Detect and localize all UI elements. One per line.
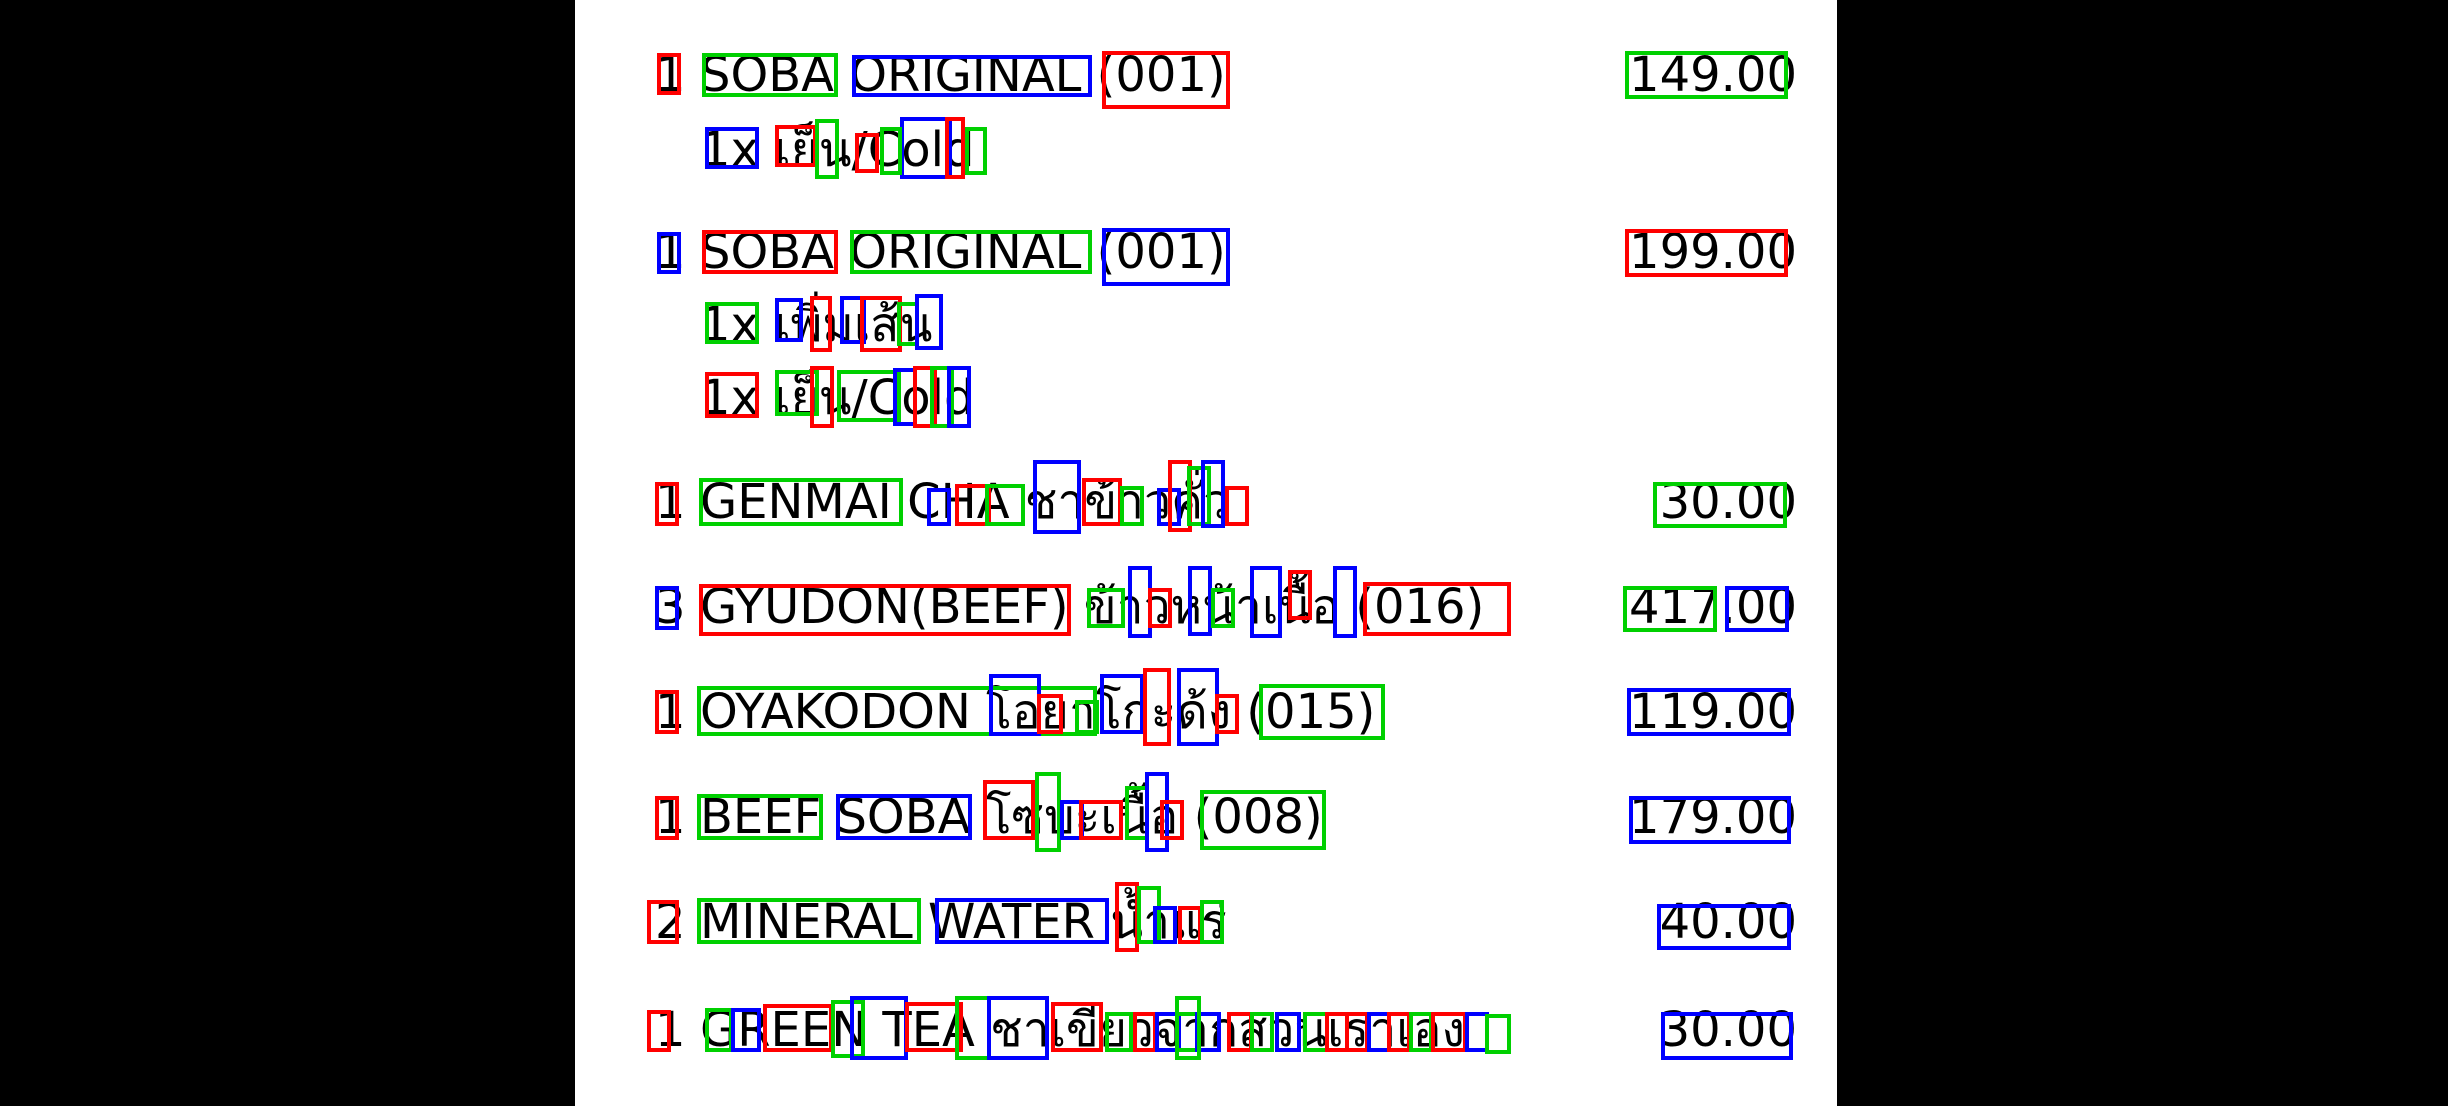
- ocr-box: [1102, 51, 1230, 109]
- ocr-box: [1345, 1012, 1369, 1052]
- ocr-box: [1037, 694, 1063, 734]
- ocr-box: [852, 55, 1092, 97]
- ocr-box: [702, 230, 838, 274]
- ocr-box: [1431, 1012, 1467, 1052]
- ocr-box: [1200, 900, 1224, 944]
- ocr-box: [1153, 906, 1177, 944]
- ocr-box: [1275, 1012, 1301, 1052]
- ocr-box: [697, 794, 823, 840]
- ocr-box: [1661, 1012, 1793, 1060]
- ocr-box: [657, 53, 681, 95]
- ocr-box: [915, 294, 943, 350]
- ocr-box: [987, 996, 1049, 1060]
- receipt-paper: 1 SOBA ORIGINAL (001) 149.00 1x เย็น/Col…: [575, 0, 1837, 1106]
- ocr-box: [947, 366, 971, 428]
- ocr-box: [702, 53, 838, 97]
- ocr-box: [705, 302, 759, 344]
- item-modifier: 1x เพิ่มเส้น: [575, 295, 1837, 365]
- ocr-box: [1051, 1002, 1103, 1052]
- ocr-box: [1201, 460, 1225, 528]
- ocr-box: [1188, 566, 1212, 636]
- ocr-box: [955, 996, 991, 1060]
- ocr-box: [731, 1008, 761, 1052]
- ocr-box: [1035, 772, 1061, 852]
- item-modifier: 1x เย็น/Cold: [575, 120, 1837, 190]
- ocr-box: [880, 127, 902, 175]
- ocr-box: [1200, 790, 1326, 850]
- ocr-box: [1033, 460, 1081, 534]
- ocr-box: [699, 478, 903, 526]
- ocr-box: [1079, 800, 1123, 840]
- ocr-box: [657, 232, 681, 274]
- ocr-box: [1387, 1012, 1411, 1052]
- ocr-box: [837, 370, 901, 422]
- ocr-box: [1105, 1012, 1133, 1052]
- ocr-box: [1115, 882, 1139, 952]
- ocr-box: [1100, 674, 1144, 734]
- ocr-box: [1143, 668, 1171, 746]
- ocr-box: [1629, 796, 1791, 844]
- ocr-box: [815, 119, 839, 179]
- ocr-box: [699, 584, 1071, 636]
- ocr-box: [1178, 906, 1202, 944]
- ocr-box: [836, 794, 972, 840]
- ocr-box: [1102, 228, 1230, 286]
- item-modifier: 1x เย็น/Cold: [575, 368, 1837, 438]
- ocr-box: [983, 780, 1035, 840]
- ocr-box: [1087, 588, 1125, 628]
- ocr-box: [945, 117, 965, 179]
- ocr-box: [965, 127, 987, 175]
- ocr-box: [647, 900, 679, 944]
- ocr-box: [989, 674, 1041, 736]
- ocr-box: [705, 372, 759, 418]
- ocr-box: [935, 898, 1109, 944]
- ocr-box: [775, 125, 817, 167]
- ocr-box: [655, 690, 679, 734]
- ocr-box: [1120, 486, 1144, 526]
- ocr-box: [1082, 478, 1122, 526]
- ocr-box: [810, 366, 834, 428]
- ocr-box: [1215, 694, 1239, 734]
- ocr-box: [763, 1004, 833, 1052]
- ocr-box: [1485, 1014, 1511, 1054]
- ocr-box: [655, 586, 679, 630]
- ocr-box: [1623, 586, 1717, 632]
- ocr-box: [1259, 684, 1385, 740]
- ocr-box: [927, 488, 951, 526]
- ocr-box: [1225, 486, 1249, 526]
- ocr-box: [1627, 688, 1791, 736]
- ocr-box: [1625, 229, 1788, 277]
- ocr-box: [1333, 566, 1357, 638]
- ocr-box: [1211, 588, 1235, 628]
- ocr-box: [1725, 586, 1789, 632]
- ocr-box: [855, 133, 879, 173]
- ocr-box: [1288, 570, 1312, 620]
- ocr-box: [705, 127, 759, 169]
- ocr-box: [1148, 588, 1172, 628]
- ocr-box: [1175, 996, 1201, 1060]
- ocr-box: [850, 996, 908, 1060]
- ocr-box: [850, 230, 1092, 274]
- ocr-box: [1625, 51, 1788, 99]
- ocr-box: [1075, 700, 1099, 734]
- ocr-box: [705, 1008, 733, 1052]
- ocr-box: [647, 1010, 671, 1052]
- ocr-box: [1653, 482, 1787, 528]
- ocr-box: [1177, 668, 1219, 746]
- ocr-box: [1250, 566, 1282, 638]
- ocr-box: [985, 484, 1025, 526]
- ocr-box: [697, 898, 921, 944]
- ocr-box: [1363, 582, 1511, 636]
- ocr-box: [655, 482, 679, 526]
- ocr-box: [1250, 1012, 1274, 1052]
- ocr-box: [1160, 800, 1184, 840]
- ocr-box: [775, 298, 803, 342]
- ocr-box: [1133, 1012, 1157, 1052]
- ocr-box: [810, 296, 832, 352]
- ocr-box: [1409, 1012, 1433, 1052]
- ocr-box: [860, 296, 902, 352]
- ocr-box: [1657, 904, 1791, 950]
- ocr-box: [655, 796, 679, 840]
